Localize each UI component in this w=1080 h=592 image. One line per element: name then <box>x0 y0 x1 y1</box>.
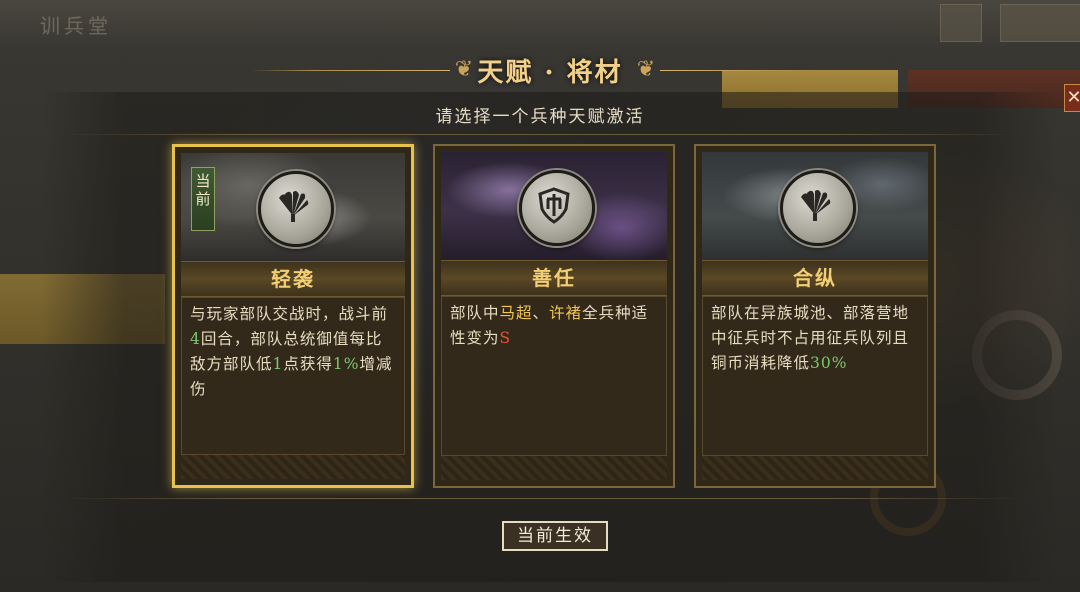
card-footer-pattern <box>702 455 928 480</box>
close-button[interactable]: ✕ <box>1064 84 1080 112</box>
card-name: 善任 <box>532 266 576 290</box>
background-button <box>1000 4 1080 42</box>
card-description-box: 部队中马超、许褚全兵种适性变为S <box>441 296 667 458</box>
card-footer-pattern <box>181 454 405 479</box>
background-title: 训兵堂 <box>40 14 112 38</box>
current-badge: 当前 <box>191 167 215 231</box>
fan-icon <box>258 171 334 247</box>
current-effect-button[interactable]: 当前生效 <box>502 521 608 551</box>
card-name-bar: 合纵 <box>702 260 928 296</box>
background-button <box>940 4 982 42</box>
divider <box>60 498 1020 499</box>
card-artwork <box>702 152 928 260</box>
card-name: 轻袭 <box>271 267 315 291</box>
card-description: 与玩家部队交战时，战斗前4回合，部队总统御值每比敌方部队低1点获得1%增减伤 <box>190 305 393 398</box>
card-name: 合纵 <box>793 266 837 290</box>
card-name-bar: 善任 <box>441 260 667 296</box>
card-description: 部队在异族城池、部落营地中征兵时不占用征兵队列且铜币消耗降低30% <box>711 304 910 372</box>
title-divider-right <box>660 70 860 71</box>
card-footer-pattern <box>441 455 667 480</box>
fan-icon <box>780 170 856 246</box>
shield-icon <box>519 170 595 246</box>
card-description-box: 与玩家部队交战时，战斗前4回合，部队总统御值每比敌方部队低1点获得1%增减伤 <box>181 297 405 459</box>
title-divider-left <box>250 70 450 71</box>
background-top-bar: 训兵堂 <box>0 0 1080 46</box>
card-description-box: 部队在异族城池、部落营地中征兵时不占用征兵队列且铜币消耗降低30% <box>702 296 928 458</box>
talent-card-shanren[interactable]: 善任 部队中马超、许褚全兵种适性变为S <box>433 144 675 488</box>
modal-title: 天赋 · 将材 <box>477 58 623 88</box>
card-name-bar: 轻袭 <box>181 261 405 297</box>
modal-subtitle: 请选择一个兵种天赋激活 <box>435 107 645 127</box>
divider <box>60 134 1020 135</box>
talent-card-hezong[interactable]: 合纵 部队在异族城池、部落营地中征兵时不占用征兵队列且铜币消耗降低30% <box>694 144 936 488</box>
card-description: 部队中马超、许褚全兵种适性变为S <box>450 304 649 347</box>
talent-card-qingxi[interactable]: 当前 轻袭 与玩家部队交战时，战斗前4回合，部队总统御值每比敌方部队低1点获得1… <box>172 144 414 488</box>
card-artwork: 当前 <box>181 153 405 261</box>
card-artwork <box>441 152 667 260</box>
